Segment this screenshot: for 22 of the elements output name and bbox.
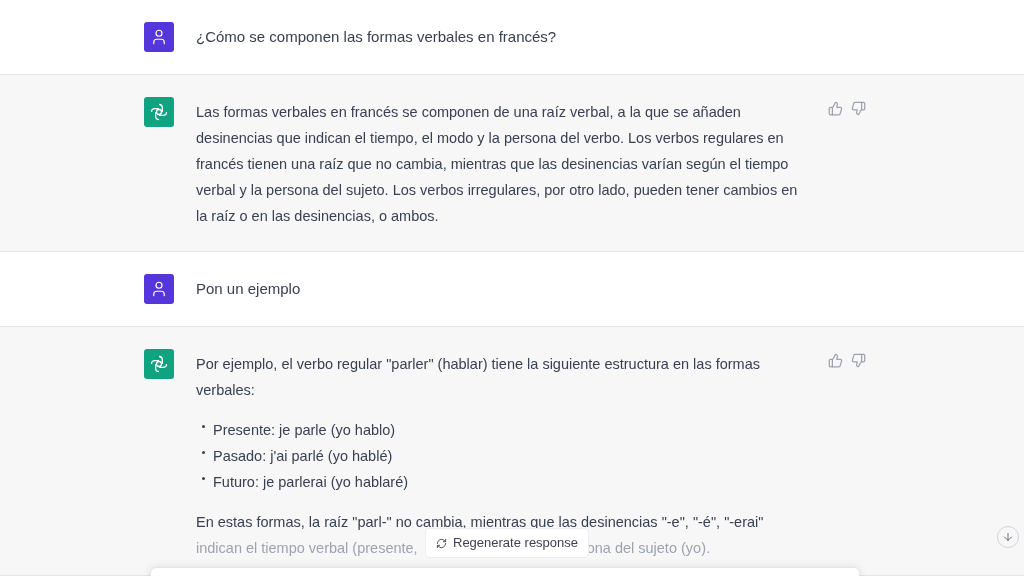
user-avatar — [144, 274, 174, 304]
assistant-avatar — [144, 349, 174, 379]
faded-text: indican el tiempo verbal (presente, — [196, 539, 418, 558]
user-message: ¿Cómo se componen las formas verbales en francés? — [196, 27, 557, 47]
user-avatar — [144, 22, 174, 52]
regenerate-button[interactable]: Regenerate response — [425, 528, 590, 558]
arrow-down-icon — [1002, 531, 1014, 543]
thumbs-up-icon[interactable] — [828, 353, 843, 368]
thumbs-down-icon[interactable] — [851, 101, 866, 116]
assistant-message: Por ejemplo, el verbo regular "parler" (hablar) tiene la siguiente estructura en las formas verbales: — [196, 355, 761, 400]
thumbs-up-icon[interactable] — [828, 101, 843, 116]
list-item: Futuro: je parlerai (yo hablaré) — [213, 473, 409, 492]
bullet-icon — [202, 477, 205, 480]
assistant-avatar — [144, 97, 174, 127]
list-item: Pasado: j'ai parlé (yo hablé) — [213, 447, 393, 466]
thumbs-down-icon[interactable] — [851, 353, 866, 368]
list-item: Presente: je parle (yo hablo) — [213, 421, 396, 440]
bullet-icon — [202, 425, 205, 428]
assistant-message: Las formas verbales en francés se componen de una raíz verbal, a la que se añaden desinencias que indican el tiempo, el modo y la persona del verbo. Los verbos regulares en francés tienen una raíz que no cambia, mientras que las desinencias varían según el tiempo verbal y la persona del sujeto. Los verbos irregulares, por otro lado, pueden tener cambios en la raíz o en las desinencias, o ambos. — [196, 103, 799, 226]
refresh-icon — [436, 537, 447, 549]
user-message: Pon un ejemplo — [196, 279, 301, 299]
bullet-icon — [202, 451, 205, 454]
